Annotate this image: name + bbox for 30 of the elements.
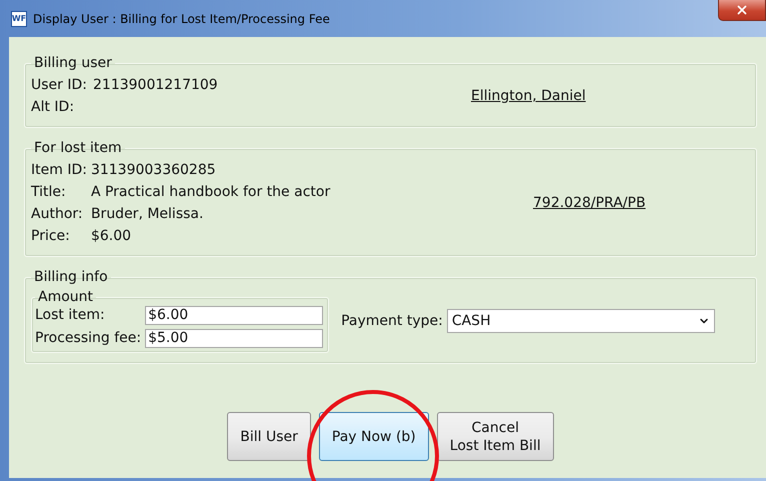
field-label: User ID: xyxy=(31,76,87,95)
field-value: 31139003360285 xyxy=(90,161,217,180)
close-button[interactable] xyxy=(718,0,766,21)
user-name-link[interactable]: Ellington, Daniel xyxy=(471,88,586,104)
field-label: Alt ID: xyxy=(31,98,76,117)
field-label: Item ID: xyxy=(31,161,87,180)
field-label: Payment type: xyxy=(341,312,443,331)
group-title: Billing user xyxy=(33,55,113,71)
field-label: Price: xyxy=(31,227,71,246)
group-title: Amount xyxy=(37,289,94,305)
amount-field[interactable]: $5.00 xyxy=(145,328,324,348)
payment-type-dropdown[interactable]: CASH xyxy=(446,309,715,333)
app-icon: WF xyxy=(11,10,27,26)
field-label: Lost item: xyxy=(35,306,106,325)
group-title: Billing info xyxy=(33,269,109,285)
call-number-link[interactable]: 792.028/PRA/PB xyxy=(533,195,646,211)
field-value: A Practical handbook for the actor xyxy=(90,183,330,202)
field-value: Bruder, Melissa. xyxy=(90,205,204,224)
dialog-button[interactable]: Cancel Lost Item Bill xyxy=(436,412,554,461)
close-icon xyxy=(735,3,749,17)
window-title: Display User : Billing for Lost Item/Processing Fee xyxy=(33,12,330,26)
dialog-button[interactable]: Bill User xyxy=(227,412,311,461)
group-title: For lost item xyxy=(33,140,123,156)
field-label: Processing fee: xyxy=(35,329,142,348)
field-value: 21139001217109 xyxy=(93,76,218,95)
dialog-button[interactable]: Pay Now (b) xyxy=(318,412,429,461)
field-value: $6.00 xyxy=(90,227,132,246)
amount-field[interactable]: $6.00 xyxy=(145,306,324,324)
field-label: Title: xyxy=(31,183,67,202)
field-label: Author: xyxy=(31,205,84,224)
